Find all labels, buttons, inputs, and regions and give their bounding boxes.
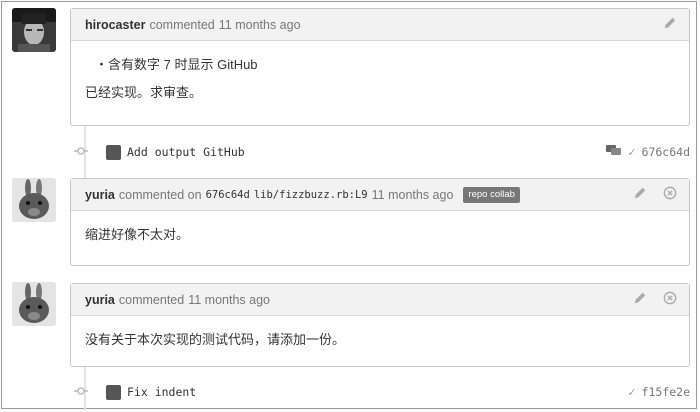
close-circle-icon[interactable] — [663, 186, 679, 202]
comment-commit-ref[interactable]: 676c64d — [206, 189, 250, 201]
comment-author[interactable]: hirocaster — [85, 18, 145, 32]
checkmark-icon: ✓ — [628, 385, 636, 399]
comment-text: 缩进好像不太对。 — [85, 227, 190, 242]
comment-time[interactable]: 11 months ago — [188, 293, 270, 307]
avatar-hirocaster[interactable] — [12, 8, 56, 52]
commit-message[interactable]: Fix indent — [127, 385, 196, 399]
comment-header: hirocaster commented 11 months ago — [71, 9, 689, 41]
comment-icon[interactable] — [606, 144, 622, 161]
checkmark-icon: ✓ — [628, 145, 636, 159]
comment-3: yuria commented 11 months ago 没有关于本次实现的测… — [70, 283, 690, 367]
comment-bullet-item: ・含有数字 7 时显示 GitHub — [95, 57, 258, 72]
comment-body: 缩进好像不太对。 — [71, 211, 689, 259]
avatar-yuria[interactable] — [12, 282, 56, 326]
comment-time[interactable]: 11 months ago — [219, 18, 301, 32]
comment-header: yuria commented 11 months ago — [71, 284, 689, 316]
comment-text: 已经实现。求审查。 — [85, 85, 203, 100]
comment-bullet-text: 含有数字 7 时显示 GitHub — [108, 57, 258, 72]
commit-node-icon — [74, 385, 92, 399]
role-badge: repo collab — [463, 186, 520, 203]
comment-action: commented — [118, 292, 185, 307]
comment-author[interactable]: yuria — [85, 188, 115, 202]
commit-row[interactable]: Fix indent ✓ f15fe2e — [74, 378, 690, 406]
avatar-yuria[interactable] — [12, 178, 56, 222]
comment-time[interactable]: 11 months ago — [372, 188, 454, 202]
commit-node-icon — [74, 145, 92, 159]
commit-row[interactable]: Add output GitHub ✓ 676c64d — [74, 138, 690, 166]
commit-avatar — [106, 384, 121, 400]
close-circle-icon[interactable] — [663, 291, 679, 307]
comment-2: yuria commented on 676c64d lib/fizzbuzz.… — [70, 178, 690, 266]
comment-1: hirocaster commented 11 months ago ・含有数字… — [70, 8, 690, 126]
comment-text: 没有关于本次实现的测试代码，请添加一份。 — [85, 332, 346, 347]
pencil-icon[interactable] — [633, 186, 649, 202]
comment-author[interactable]: yuria — [85, 293, 115, 307]
comment-action: commented on — [118, 187, 202, 202]
comment-body: 没有关于本次实现的测试代码，请添加一份。 — [71, 316, 689, 364]
commit-avatar — [106, 144, 121, 160]
commit-sha[interactable]: 676c64d — [642, 145, 690, 159]
pencil-icon[interactable] — [633, 291, 649, 307]
commit-message[interactable]: Add output GitHub — [127, 145, 245, 159]
commit-sha[interactable]: f15fe2e — [642, 385, 690, 399]
comment-body: ・含有数字 7 时显示 GitHub 已经实现。求审查。 — [71, 41, 689, 117]
comment-file-ref[interactable]: lib/fizzbuzz.rb:L9 — [254, 189, 368, 201]
pencil-icon[interactable] — [663, 16, 679, 32]
comment-header: yuria commented on 676c64d lib/fizzbuzz.… — [71, 179, 689, 211]
comment-action: commented — [149, 17, 215, 32]
